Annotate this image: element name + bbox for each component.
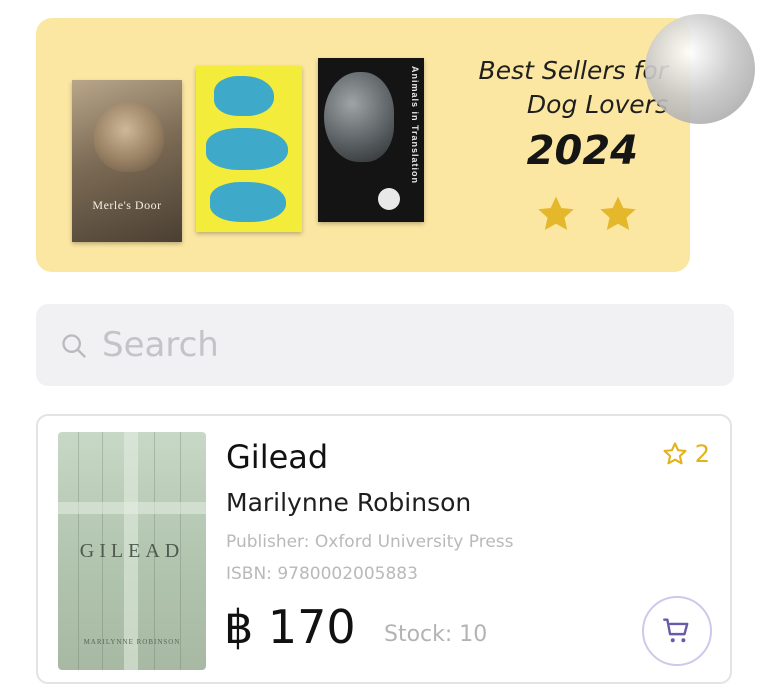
rating[interactable]: 2 bbox=[661, 440, 710, 468]
star-outline-icon bbox=[663, 442, 687, 465]
banner-book-title-3: Animals in Translation bbox=[410, 66, 420, 185]
dog-photo bbox=[94, 102, 164, 172]
book-cover[interactable]: GILEAD MARILYNNE ROBINSON bbox=[58, 432, 206, 670]
cart-icon bbox=[663, 618, 689, 643]
cover-title: GILEAD bbox=[79, 540, 185, 562]
book-price: ฿ 170 bbox=[224, 600, 356, 654]
book-publisher: Publisher: Oxford University Press bbox=[226, 532, 514, 552]
dog-photo bbox=[324, 72, 394, 162]
banner-book-cover-2 bbox=[196, 66, 302, 232]
banner-year: 2024 bbox=[526, 128, 638, 174]
add-to-cart-button[interactable] bbox=[642, 596, 712, 666]
rating-count: 2 bbox=[694, 440, 710, 468]
banner-book-cover-1: Merle's Door bbox=[72, 80, 182, 242]
pig-illustration bbox=[210, 182, 286, 222]
banner-stars bbox=[534, 192, 640, 236]
book-badge bbox=[378, 188, 400, 210]
book-author: Marilynne Robinson bbox=[226, 488, 472, 517]
promo-banner[interactable]: Merle's Door Animals in Translation Best… bbox=[36, 18, 690, 272]
book-store-page: Merle's Door Animals in Translation Best… bbox=[0, 0, 770, 698]
puppy-illustration bbox=[214, 76, 274, 116]
cross-shape bbox=[58, 502, 206, 514]
banner-book-cover-3: Animals in Translation bbox=[318, 58, 424, 222]
book-isbn: ISBN: 9780002005883 bbox=[226, 564, 418, 584]
banner-book-title-1: Merle's Door bbox=[92, 198, 162, 212]
cover-author: MARILYNNE ROBINSON bbox=[83, 638, 181, 646]
dog-illustration bbox=[206, 128, 288, 170]
book-stock: Stock: 10 bbox=[384, 622, 488, 647]
book-title[interactable]: Gilead bbox=[226, 438, 328, 476]
search-input[interactable] bbox=[102, 322, 702, 368]
search-bar[interactable] bbox=[36, 304, 734, 386]
book-card[interactable]: GILEAD MARILYNNE ROBINSON Gilead Marilyn… bbox=[36, 414, 732, 684]
search-icon bbox=[62, 334, 86, 358]
banner-headline: Best Sellers for Dog Lovers 2024 bbox=[479, 54, 668, 174]
floating-circle-button[interactable] bbox=[645, 14, 755, 124]
banner-title: Best Sellers for Dog Lovers bbox=[478, 56, 668, 119]
star-icon bbox=[538, 196, 574, 230]
star-icon bbox=[600, 196, 636, 230]
